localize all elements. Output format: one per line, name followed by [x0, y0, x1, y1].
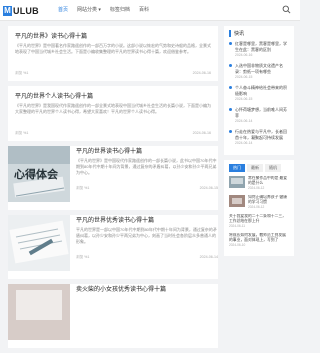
sidebar-tabs: 热门 最新 随机	[229, 164, 289, 172]
article-excerpt: 《平凡的世界》是中国现代作家路遥创作的一部长篇小说，此书以中国70年代中期到80…	[76, 158, 217, 175]
nav-item-tags[interactable]: 标签归档	[110, 6, 130, 13]
popular-title[interactable]: 常在聚作品中的是 最爱的是什么	[248, 176, 289, 186]
article-title[interactable]: 卖火柴的小女孩优秀读书心得十篇	[76, 284, 218, 293]
flash-heading: 快讯	[229, 30, 289, 37]
article-thumbnail[interactable]	[8, 284, 70, 340]
popular-date: 2024-06-12	[248, 205, 265, 209]
bullet-dot-icon	[229, 130, 232, 133]
article-excerpt: 《平凡的世界》是我国现代作家路遥创作的一部全景式地表现中国当代城乡社会生活的长篇…	[15, 103, 211, 114]
bullet-dot-icon	[229, 108, 232, 111]
article-thumbnail[interactable]	[8, 215, 70, 271]
logo-text: ULUB	[13, 5, 39, 16]
article-views: 浏览 %1	[76, 255, 90, 259]
flash-item[interactable]: 心怀荷塘梦想，当前唯人间芳菲 2024-06-14	[229, 107, 289, 123]
article-date: 2024-06-16	[192, 71, 211, 75]
tab-random[interactable]: 随机	[265, 164, 281, 172]
search-icon[interactable]	[282, 5, 291, 14]
sidebar: 快讯 红客是哪里，黑客是哪里，学生在此：黑客的区别 2024-06-16 入选中国…	[224, 26, 294, 261]
flash-date: 2024-06-16	[235, 53, 253, 57]
article-card-with-thumb[interactable]: 平凡的世界优秀读书心得十篇 平凡的世界是一部以中国70年代中期到80年代中期十年…	[8, 215, 218, 279]
site-logo[interactable]: M ULUB	[3, 5, 39, 16]
popular-box: 热门 最新 随机 常在聚作品中的是 最爱的是什么 2024-06-12 如何正确培…	[224, 160, 294, 256]
flash-title[interactable]: 心怀荷塘梦想，当前唯人间芳菲	[235, 107, 289, 118]
popular-date: 2024-06-11	[229, 224, 246, 228]
article-title[interactable]: 平凡的世界个人读书心得十篇	[15, 91, 211, 100]
flash-title[interactable]: 入选中国非物质文化遗产名录：剪纸一项有哪些	[235, 63, 289, 74]
bullet-dot-icon	[229, 42, 232, 45]
flash-date: 2024-06-14	[235, 141, 253, 145]
logo-mark: M	[3, 5, 12, 16]
flash-title[interactable]: 行走在热爱与平凡中，长者回首十年，凝聚起可持续发展	[235, 129, 289, 140]
flash-item[interactable]: 个人奋斗精神给社会带来的积极影响 2024-06-15	[229, 85, 289, 101]
article-views: 浏览 %1	[15, 131, 29, 135]
article-card-with-thumb[interactable]: 心得体会 平凡的世界读书心得十篇 《平凡的世界》是中国现代作家路遥创作的一部长篇…	[8, 146, 218, 210]
flash-item[interactable]: 红客是哪里，黑客是哪里，学生在此：黑客的区别 2024-06-16	[229, 41, 289, 57]
tab-latest[interactable]: 最新	[247, 164, 263, 172]
article-date: 2024-06-16	[192, 131, 211, 135]
flash-date: 2024-06-14	[235, 119, 253, 123]
popular-item[interactable]: 如何正确培养孩子 健康的学习习惯 2024-06-12	[229, 195, 289, 209]
article-card-with-thumb[interactable]: 卖火柴的小女孩优秀读书心得十篇	[8, 284, 218, 348]
article-card[interactable]: 平凡的世界个人读书心得十篇 《平凡的世界》是我国现代作家路遥创作的一部全景式地表…	[8, 86, 218, 141]
flash-news-box: 快讯 红客是哪里，黑客是哪里，学生在此：黑客的区别 2024-06-16 入选中国…	[224, 26, 294, 155]
article-card[interactable]: 平凡的世界》读书心得十篇 《平凡的世界》是中国著名作家路遥创作的一部百万字的小说…	[8, 26, 218, 81]
thumb-caption: 心得体会	[14, 167, 59, 181]
flash-item[interactable]: 行走在热爱与平凡中，长者回首十年，凝聚起可持续发展 2024-06-14	[229, 129, 289, 145]
popular-line[interactable]: 将成长如何发展，教师员工到发展的事业，面对体现上，写到了 2024-06-10	[229, 233, 289, 247]
main-nav: 首页 网站分类 ▾ 标签归档 百科	[58, 6, 149, 13]
popular-date: 2024-06-12	[248, 186, 265, 190]
article-title[interactable]: 平凡的世界优秀读书心得十篇	[76, 215, 218, 224]
popular-thumbnail[interactable]	[229, 176, 245, 188]
popular-date: 2024-06-10	[229, 243, 246, 247]
popular-line[interactable]: 关于我爱我的二十二条和十二三，工作总结在那上升 2024-06-11	[229, 214, 289, 228]
popular-thumbnail[interactable]	[229, 195, 245, 207]
flash-title[interactable]: 个人奋斗精神给社会带来的积极影响	[235, 85, 289, 96]
bullet-dot-icon	[229, 86, 232, 89]
article-views: 浏览 %1	[76, 186, 90, 190]
popular-title[interactable]: 将成长如何发展，教师员工到发展的事业，面对体现上，写到了	[229, 233, 289, 243]
article-excerpt: 平凡的世界是一部以中国70年代中期到80年代中期十年间为背景，通过复杂的矛盾纠葛…	[76, 227, 217, 244]
article-date: 2024-06-14	[199, 255, 218, 259]
nav-item-categories[interactable]: 网站分类 ▾	[77, 6, 101, 13]
nav-item-baike[interactable]: 百科	[139, 6, 149, 13]
article-views: 浏览 %1	[15, 71, 29, 75]
bullet-dot-icon	[229, 64, 232, 67]
article-title[interactable]: 平凡的世界》读书心得十篇	[15, 31, 211, 40]
article-title[interactable]: 平凡的世界读书心得十篇	[76, 146, 218, 155]
flash-title[interactable]: 红客是哪里，黑客是哪里，学生在此：黑客的区别	[235, 41, 289, 52]
flash-date: 2024-06-15	[235, 97, 253, 101]
flash-item[interactable]: 入选中国非物质文化遗产名录：剪纸一项有哪些 2024-06-15	[229, 63, 289, 79]
popular-title[interactable]: 如何正确培养孩子 健康的学习习惯	[248, 195, 289, 205]
article-thumbnail[interactable]: 心得体会	[8, 146, 70, 202]
flash-date: 2024-06-15	[235, 75, 253, 79]
article-date: 2024-06-15	[199, 186, 218, 190]
top-navbar: M ULUB 首页 网站分类 ▾ 标签归档 百科	[0, 0, 300, 21]
article-list: 平凡的世界》读书心得十篇 《平凡的世界》是中国著名作家路遥创作的一部百万字的小说…	[8, 26, 218, 353]
tab-hot[interactable]: 热门	[229, 164, 245, 172]
popular-title[interactable]: 关于我爱我的二十二条和十二三，工作总结在那上升	[229, 214, 289, 224]
popular-item[interactable]: 常在聚作品中的是 最爱的是什么 2024-06-12	[229, 176, 289, 190]
article-excerpt: 《平凡的世界》是中国著名作家路遥创作的一部百万字的小说。这部小说以恢宏的气势和史…	[15, 43, 211, 54]
nav-item-home[interactable]: 首页	[58, 6, 68, 13]
